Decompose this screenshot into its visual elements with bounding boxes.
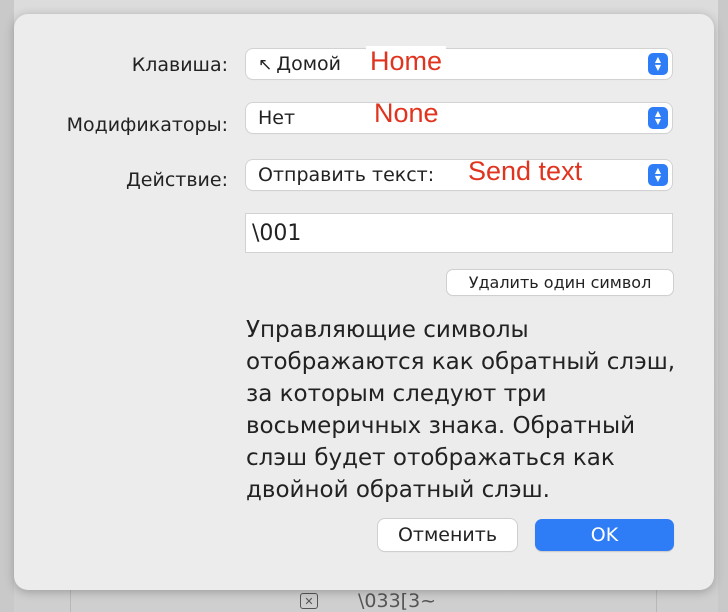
chevron-updown-icon: ▲ ▼ xyxy=(648,107,668,129)
arrow-up-left-icon: ↖ xyxy=(258,55,273,75)
annotation-send-text: Send text xyxy=(468,156,583,186)
action-popup[interactable]: Отправить текст: ▲ ▼ xyxy=(246,160,672,190)
send-text-field[interactable] xyxy=(246,214,672,252)
modifiers-popup[interactable]: Нет ▲ ▼ xyxy=(246,103,672,133)
modifiers-label: Модификаторы: xyxy=(66,114,228,136)
modifiers-value: Нет xyxy=(258,107,296,129)
key-mapping-dialog: Клавиша: ↖ Домой ▲ ▼ Home Модификаторы: Не… xyxy=(14,14,714,590)
ok-button[interactable]: OK xyxy=(535,519,674,551)
annotation-home: Home xyxy=(366,46,447,77)
key-label: Клавиша: xyxy=(131,54,228,76)
send-text-input[interactable] xyxy=(252,220,652,246)
key-value-text: Домой xyxy=(276,53,342,75)
cancel-button[interactable]: Отменить xyxy=(378,519,517,551)
chevron-updown-icon: ▲ ▼ xyxy=(648,53,668,75)
background-table-row: ✕ \033[3~ xyxy=(300,590,436,612)
help-text: Управляющие символы отображаются как обр… xyxy=(246,317,676,503)
delete-one-char-button[interactable]: Удалить один символ xyxy=(447,270,673,295)
background-row-text: \033[3~ xyxy=(358,590,437,612)
annotation-none: None xyxy=(374,98,439,128)
action-value: Отправить текст: xyxy=(258,164,435,186)
background-panel-right xyxy=(718,0,728,612)
chevron-updown-icon: ▲ ▼ xyxy=(648,164,668,186)
action-label: Действие: xyxy=(125,169,228,191)
background-panel-left xyxy=(0,0,14,612)
key-popup-value: ↖ Домой xyxy=(258,53,341,75)
delete-key-icon: ✕ xyxy=(300,593,318,609)
key-popup[interactable]: ↖ Домой ▲ ▼ xyxy=(246,49,672,79)
